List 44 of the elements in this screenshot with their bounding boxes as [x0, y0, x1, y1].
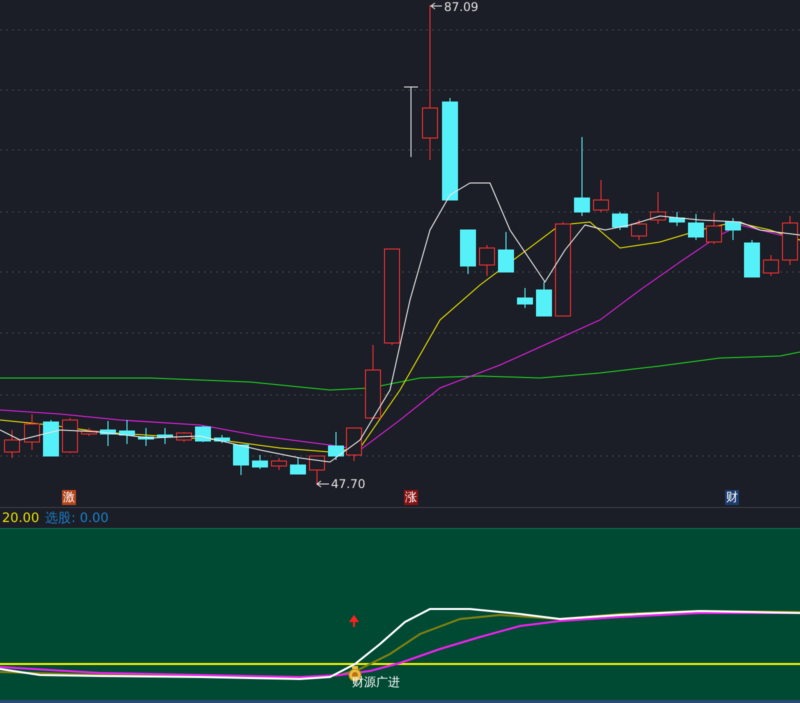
candlestick: [81, 428, 97, 436]
candlestick: [4, 430, 20, 458]
candlestick: [271, 458, 287, 470]
candlestick: [214, 434, 230, 444]
signal-marker: 财: [725, 490, 739, 505]
candlestick: [195, 426, 211, 442]
candlestick: [290, 458, 306, 474]
candlestick: [763, 254, 779, 276]
candlestick: [309, 456, 325, 486]
candlestick: [536, 282, 552, 316]
candlestick: [593, 180, 609, 212]
candlestick: [479, 244, 495, 276]
high-price-label: 87.09: [444, 0, 478, 14]
candlestick: [328, 432, 344, 460]
arrow-icon: [430, 2, 442, 10]
candlestick: [138, 428, 154, 446]
candlestick: [43, 420, 59, 456]
candlestick: [404, 86, 418, 158]
candlestick: [100, 420, 116, 446]
candlestick: [233, 444, 249, 476]
up-arrow-icon: [349, 615, 359, 627]
candlestick: [650, 192, 666, 224]
candlestick: [346, 428, 362, 462]
candlestick: [252, 454, 268, 470]
low-price-label: 47.70: [331, 477, 366, 491]
stock-pick-reading: 选股: 0.00: [45, 510, 109, 527]
candlestick: [119, 420, 135, 444]
candlestick: [157, 428, 173, 444]
candlestick: [62, 418, 78, 454]
candlestick: [517, 288, 533, 308]
candlestick: [744, 240, 760, 278]
candlestick: [688, 214, 704, 240]
signal-marker: 激: [62, 490, 76, 505]
candlestick: [498, 232, 514, 272]
candlestick: [460, 230, 476, 274]
candlestick: [669, 212, 685, 226]
signal-marker: 涨: [404, 490, 418, 505]
candlestick: [24, 414, 40, 450]
candlestick: [706, 212, 722, 244]
candlestick: [725, 218, 741, 240]
candlestick: [612, 212, 628, 230]
indicator-value: 20.00: [2, 510, 40, 526]
arrow-icon: [316, 480, 330, 488]
candlestick: [631, 220, 647, 240]
